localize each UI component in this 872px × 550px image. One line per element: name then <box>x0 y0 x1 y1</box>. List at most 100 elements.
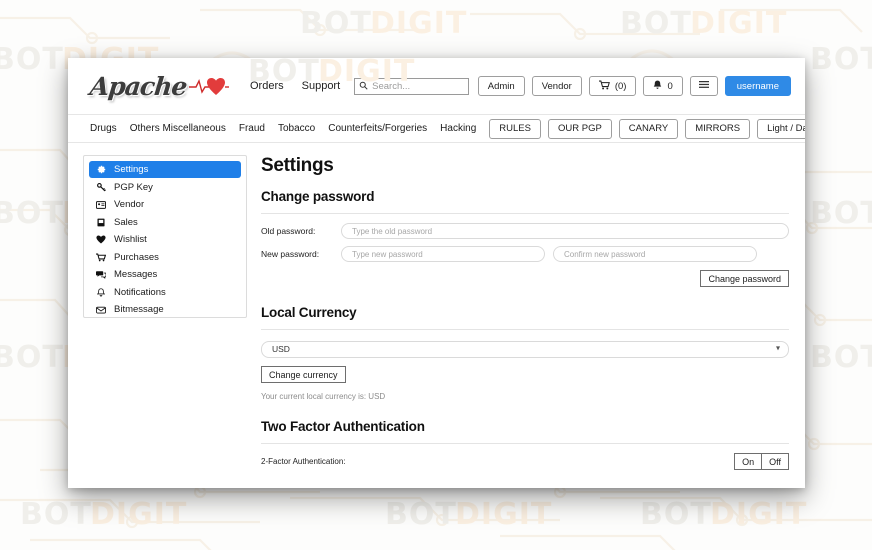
site-logo[interactable]: Apache <box>88 65 232 107</box>
watermark-bot-2: BOT <box>0 196 64 231</box>
category-hacking[interactable]: Hacking <box>440 123 476 134</box>
change-password-button[interactable]: Change password <box>700 270 789 287</box>
category-tobacco[interactable]: Tobacco <box>278 123 315 134</box>
two-factor-off-button[interactable]: Off <box>761 453 789 470</box>
canary-button[interactable]: CANARY <box>618 118 679 139</box>
search-box[interactable] <box>354 77 470 95</box>
sidebar-item-settings[interactable]: Settings <box>89 161 241 178</box>
cart-button[interactable]: (0) <box>588 76 637 96</box>
sidebar-item-bitmessage[interactable]: Bitmessage <box>89 301 241 318</box>
category-bar-actions: RULES OUR PGP CANARY MIRRORS Light / Dar… <box>489 118 805 139</box>
sidebar-item-messages[interactable]: Messages <box>89 266 241 283</box>
two-factor-row: 2-Factor Authentication: On Off <box>261 453 789 470</box>
cart-count: (0) <box>614 80 627 92</box>
page-title: Settings <box>261 155 334 176</box>
currency-select[interactable]: USD <box>261 340 789 358</box>
sidebar-item-purchases[interactable]: Purchases <box>89 249 241 266</box>
confirm-password-input[interactable] <box>553 246 757 262</box>
category-counterfeits-forgeries[interactable]: Counterfeits/Forgeries <box>328 123 427 134</box>
sidebar-item-notifications[interactable]: Notifications <box>89 284 241 301</box>
category-fraud[interactable]: Fraud <box>239 123 265 134</box>
sidebar-item-sales[interactable]: Sales <box>89 214 241 231</box>
sidebar-label-messages: Messages <box>114 269 158 280</box>
watermark-bot-4: BOT <box>20 497 92 532</box>
watermark-bot-1: BOT <box>0 42 64 77</box>
heart-icon <box>96 235 106 244</box>
logo-wordmark: Apache <box>88 71 188 101</box>
category-others-miscellaneous[interactable]: Others Miscellaneous <box>130 123 226 134</box>
sidebar-label-vendor: Vendor <box>114 199 145 210</box>
old-password-label: Old password: <box>261 226 316 236</box>
header-link-orders[interactable]: Orders <box>250 80 284 92</box>
change-password-actions: Change password <box>261 270 789 287</box>
cart-icon <box>598 80 610 93</box>
watermark-bot-7: BOT <box>810 42 872 77</box>
menu-button[interactable] <box>689 76 718 96</box>
two-factor-label: 2-Factor Authentication: <box>261 457 346 466</box>
sidebar-item-vendor[interactable]: Vendor <box>89 196 241 213</box>
watermark-digit-6: DIGIT <box>710 497 808 532</box>
watermark-bot-5: BOT <box>385 497 457 532</box>
search-icon <box>359 77 368 95</box>
our-pgp-button[interactable]: OUR PGP <box>547 118 612 139</box>
watermark-bot-10: BOT <box>300 6 372 41</box>
category-bar: Drugs Others Miscellaneous Fraud Tobacco… <box>68 115 805 143</box>
two-factor-on-button[interactable]: On <box>734 453 762 470</box>
sidebar: Settings PGP Key Vendor Sales Wishlist P… <box>83 155 247 318</box>
search-input[interactable] <box>372 80 465 92</box>
sidebar-label-notifications: Notifications <box>114 286 166 298</box>
sidebar-label-pgp-key: PGP Key <box>114 181 153 193</box>
sidebar-label-purchases: Purchases <box>114 251 159 263</box>
bell-icon <box>653 80 662 93</box>
two-factor-toggle-group: On Off <box>734 453 789 470</box>
rules-button[interactable]: RULES <box>489 118 541 139</box>
watermark-bot-8: BOT <box>810 196 872 231</box>
sidebar-label-settings: Settings <box>114 164 149 175</box>
old-password-input[interactable] <box>341 223 789 239</box>
watermark-bot-3: BOT <box>0 340 64 375</box>
sidebar-label-wishlist: Wishlist <box>114 234 147 245</box>
notifications-button[interactable]: 0 <box>643 76 683 96</box>
main-content: Settings Change password Old password: N… <box>261 155 789 488</box>
sidebar-item-wishlist[interactable]: Wishlist <box>89 231 241 248</box>
change-password-divider <box>261 213 789 214</box>
header-actions: Admin Vendor (0) 0 username <box>477 76 791 96</box>
watermark-bot-11: BOT <box>620 6 692 41</box>
category-drugs[interactable]: Drugs <box>90 123 117 134</box>
old-password-row: Old password: <box>261 223 789 239</box>
comments-icon <box>96 270 106 279</box>
local-currency-divider <box>261 329 789 330</box>
notifications-count: 0 <box>667 80 673 92</box>
two-factor-divider <box>261 443 789 444</box>
local-currency-title: Local Currency <box>261 305 357 320</box>
new-password-label: New password: <box>261 249 320 259</box>
sidebar-label-sales: Sales <box>114 216 138 228</box>
envelope-icon <box>96 306 106 314</box>
gear-icon <box>96 165 106 174</box>
admin-button[interactable]: Admin <box>477 76 525 96</box>
mirrors-button[interactable]: MIRRORS <box>685 118 751 139</box>
light-dark-mode-button[interactable]: Light / Dark Mode <box>757 118 805 139</box>
watermark-digit-5: DIGIT <box>455 497 553 532</box>
sidebar-label-bitmessage: Bitmessage <box>114 304 164 315</box>
bell-icon <box>96 287 106 297</box>
watermark-digit-11: DIGIT <box>690 6 788 41</box>
watermark-digit-10: DIGIT <box>370 6 468 41</box>
watermark-bot-6: BOT <box>640 497 712 532</box>
change-currency-button[interactable]: Change currency <box>261 366 346 383</box>
browser-page-card: BOT DIGIT Apache Orders Support Search..… <box>68 58 805 488</box>
watermark-bot-9: BOT <box>810 340 872 375</box>
vendor-button[interactable]: Vendor <box>531 76 582 96</box>
sidebar-item-pgp-key[interactable]: PGP Key <box>89 179 241 196</box>
site-header: BOT DIGIT Apache Orders Support Search..… <box>68 58 805 115</box>
header-link-support[interactable]: Support <box>302 80 341 92</box>
two-factor-title: Two Factor Authentication <box>261 419 425 434</box>
new-password-input[interactable] <box>341 246 545 262</box>
new-password-row: New password: <box>261 246 789 262</box>
current-currency-note: Your current local currency is: USD <box>261 392 386 401</box>
hamburger-icon <box>698 80 709 92</box>
username-button[interactable]: username <box>724 76 791 96</box>
change-password-title: Change password <box>261 189 375 204</box>
watermark-digit-4: DIGIT <box>90 497 188 532</box>
currency-select-wrap: USD ▾ <box>261 339 789 358</box>
